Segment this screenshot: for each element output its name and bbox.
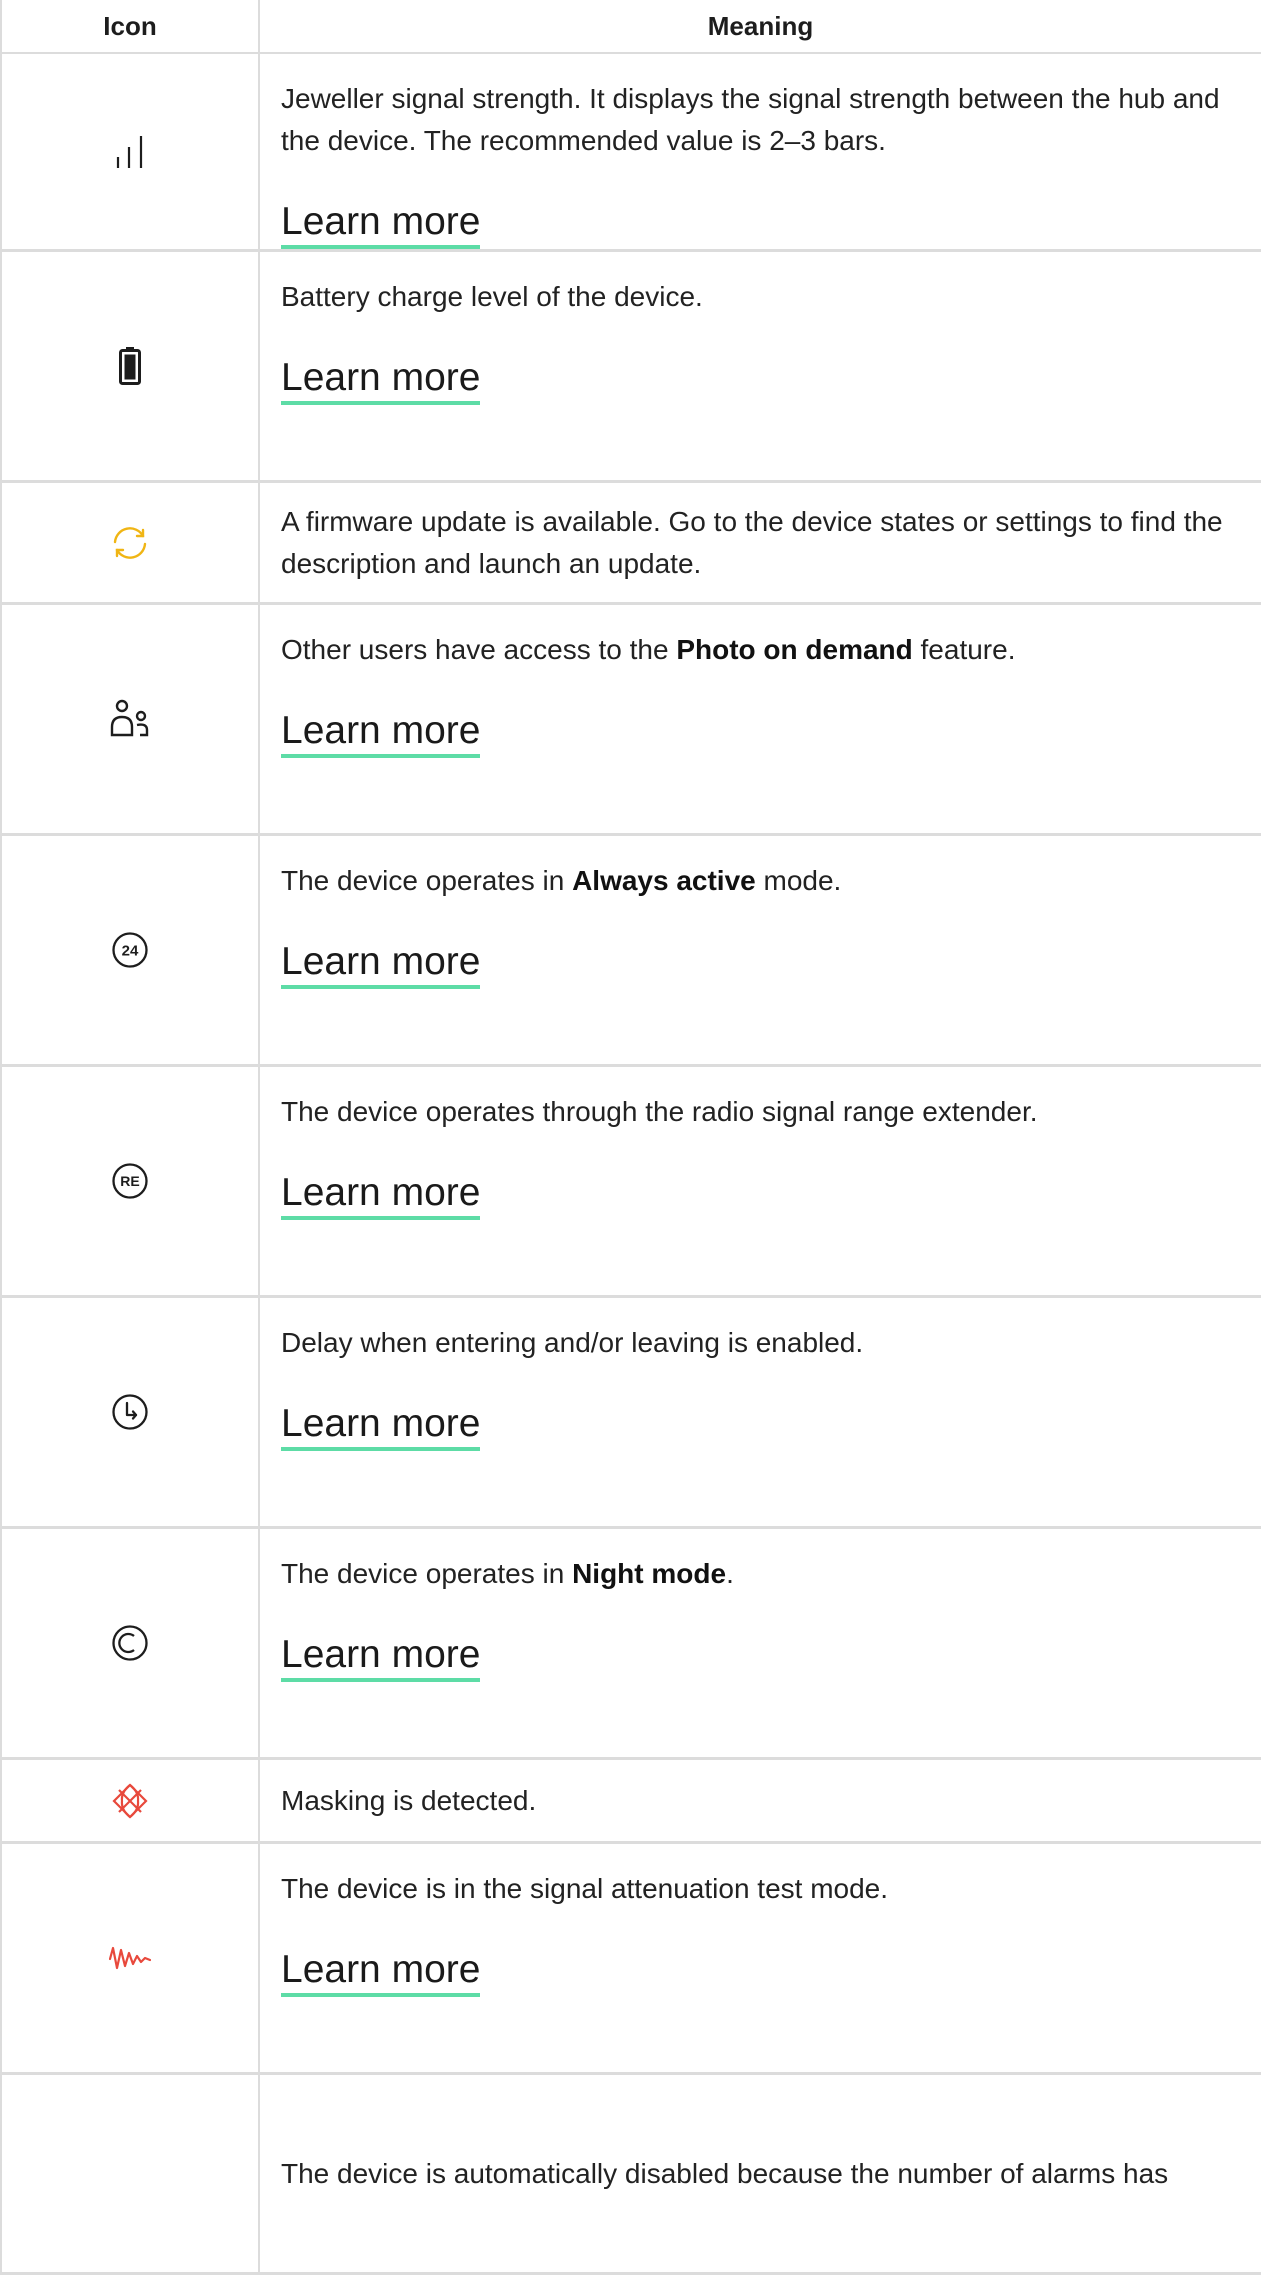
meaning-text: Jeweller signal strength. It displays th… bbox=[281, 54, 1251, 162]
text-run: . bbox=[726, 1558, 734, 1589]
meaning-text: Masking is detected. bbox=[281, 1780, 1251, 1822]
meaning-text: A firmware update is available. Go to th… bbox=[281, 501, 1251, 585]
meaning-text: The device operates in Always active mod… bbox=[281, 836, 1251, 902]
text-run: Other users have access to the bbox=[281, 634, 677, 665]
night-mode-icon bbox=[111, 1625, 149, 1661]
text-run: The device operates in bbox=[281, 865, 573, 896]
meaning-text: Delay when entering and/or leaving is en… bbox=[281, 1298, 1251, 1364]
header-row: Icon Meaning bbox=[0, 0, 1261, 54]
text-run: The device operates in bbox=[281, 1558, 573, 1589]
table-row: A firmware update is available. Go to th… bbox=[0, 481, 1261, 605]
delay-clock-icon bbox=[111, 1394, 149, 1430]
bold-term: Always active bbox=[572, 865, 756, 896]
range-extender-icon: RE bbox=[111, 1163, 149, 1199]
learn-more-link[interactable]: Learn more bbox=[281, 1171, 481, 1220]
text-run: A firmware update is available. Go to th… bbox=[281, 505, 1223, 579]
icon-cell bbox=[0, 250, 260, 483]
users-icon bbox=[110, 699, 150, 737]
meaning-text: The device operates in Night mode. bbox=[281, 1529, 1251, 1595]
meaning-cell: Battery charge level of the device. Learn… bbox=[258, 250, 1261, 483]
learn-more-link[interactable]: Learn more bbox=[281, 356, 481, 405]
battery-icon bbox=[119, 347, 141, 385]
meaning-cell: The device is automatically disabled bec… bbox=[258, 2073, 1261, 2275]
table-row: Masking is detected. bbox=[0, 1758, 1261, 1844]
table-row: Other users have access to the Photo on … bbox=[0, 603, 1261, 836]
icon-cell: RE bbox=[0, 1065, 260, 1298]
icon-cell bbox=[0, 1842, 260, 2075]
header-meaning: Meaning bbox=[258, 0, 1261, 54]
table-row: Battery charge level of the device. Learn… bbox=[0, 250, 1261, 483]
text-run: The device is automatically disabled bec… bbox=[281, 2157, 1169, 2189]
meaning-text: Battery charge level of the device. bbox=[281, 252, 1251, 318]
learn-more-link[interactable]: Learn more bbox=[281, 1402, 481, 1451]
learn-more-link[interactable]: Learn more bbox=[281, 1633, 481, 1682]
text-run: feature. bbox=[912, 634, 1016, 665]
learn-more-link[interactable]: Learn more bbox=[281, 1948, 481, 1997]
meaning-cell: The device operates in Always active mod… bbox=[258, 834, 1261, 1067]
always-active-24-icon: 24 bbox=[111, 932, 149, 968]
meaning-text: The device is automatically disabled bec… bbox=[281, 2153, 1251, 2195]
svg-text:RE: RE bbox=[120, 1173, 139, 1189]
text-run: The device is in the signal attenuation … bbox=[281, 1873, 889, 1904]
icon-cell: 24 bbox=[0, 834, 260, 1067]
bold-term: Night mode bbox=[572, 1558, 727, 1589]
icon-cell bbox=[0, 1296, 260, 1529]
table-row: The device is in the signal attenuation … bbox=[0, 1842, 1261, 2075]
table-row: RE The device operates through the radio … bbox=[0, 1065, 1261, 1298]
text-run: Jeweller signal strength. It displays th… bbox=[281, 83, 1220, 156]
signal-strength-icon bbox=[112, 135, 148, 168]
learn-more-link[interactable]: Learn more bbox=[281, 200, 481, 249]
icon-cell bbox=[0, 481, 260, 605]
table-row: Jeweller signal strength. It displays th… bbox=[0, 53, 1261, 252]
meaning-cell: The device is in the signal attenuation … bbox=[258, 1842, 1261, 2075]
text-run: Delay when entering and/or leaving is en… bbox=[281, 1327, 864, 1358]
text-run: Masking is detected. bbox=[281, 1784, 537, 1816]
firmware-update-icon bbox=[111, 526, 149, 559]
meaning-cell: Masking is detected. bbox=[258, 1758, 1261, 1844]
meaning-text: Other users have access to the Photo on … bbox=[281, 605, 1251, 671]
table-row: The device operates in Night mode. Learn … bbox=[0, 1527, 1261, 1760]
icon-cell bbox=[0, 1527, 260, 1760]
icons-table: Icon Meaning Jeweller signal strength. I… bbox=[0, 0, 1261, 2275]
icon-cell bbox=[0, 2073, 260, 2275]
header-icon: Icon bbox=[0, 0, 260, 54]
table-row: The device is automatically disabled bec… bbox=[0, 2073, 1261, 2275]
svg-text:24: 24 bbox=[122, 943, 139, 960]
icon-cell bbox=[0, 603, 260, 836]
learn-more-link[interactable]: Learn more bbox=[281, 940, 481, 989]
meaning-cell: The device operates in Night mode. Learn … bbox=[258, 1527, 1261, 1760]
meaning-cell: Jeweller signal strength. It displays th… bbox=[258, 53, 1261, 252]
table-row: 24 The device operates in Always active m… bbox=[0, 834, 1261, 1067]
text-run: The device operates through the radio si… bbox=[281, 1096, 1038, 1127]
bold-term: Photo on demand bbox=[676, 634, 913, 665]
table-row: Delay when entering and/or leaving is en… bbox=[0, 1296, 1261, 1529]
meaning-text: The device operates through the radio si… bbox=[281, 1067, 1251, 1133]
meaning-text: The device is in the signal attenuation … bbox=[281, 1844, 1251, 1910]
learn-more-link[interactable]: Learn more bbox=[281, 709, 481, 758]
text-run: mode. bbox=[755, 865, 842, 896]
meaning-cell: Delay when entering and/or leaving is en… bbox=[258, 1296, 1261, 1529]
attenuation-test-icon bbox=[109, 1946, 151, 1970]
meaning-cell: Other users have access to the Photo on … bbox=[258, 603, 1261, 836]
meaning-cell: The device operates through the radio si… bbox=[258, 1065, 1261, 1298]
meaning-cell: A firmware update is available. Go to th… bbox=[258, 481, 1261, 605]
masking-icon bbox=[111, 1782, 149, 1819]
icon-cell bbox=[0, 1758, 260, 1844]
text-run: Battery charge level of the device. bbox=[281, 281, 703, 312]
icon-cell bbox=[0, 53, 260, 252]
